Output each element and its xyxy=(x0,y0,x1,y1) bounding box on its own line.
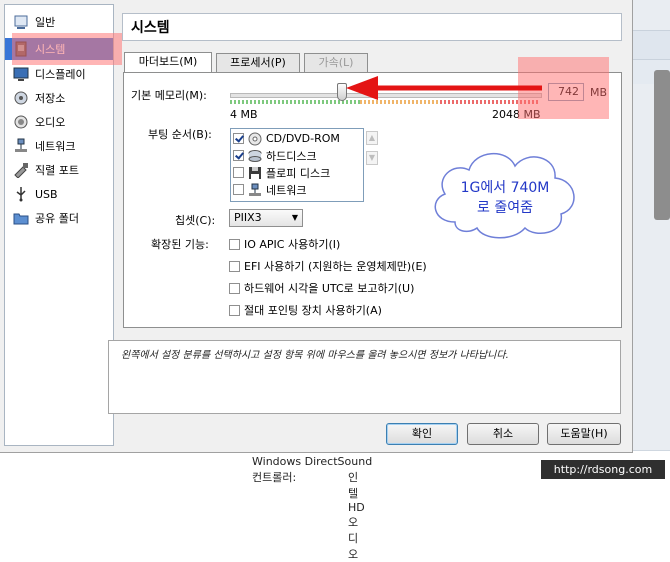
controller-label: 컨트롤러: xyxy=(252,471,297,484)
background-row-controller: 컨트롤러: 인텔 HD 오디오 xyxy=(252,469,365,561)
sidebar-item-shared-folder[interactable]: 공유 폴더 xyxy=(5,207,113,229)
audio-icon xyxy=(13,114,29,130)
sidebar-item-label: 저장소 xyxy=(35,92,66,105)
display-icon xyxy=(13,66,29,82)
sidebar-item-label: 네트워크 xyxy=(35,140,76,153)
boot-checkbox[interactable] xyxy=(233,133,244,144)
annotation-arrow-icon xyxy=(346,76,542,100)
annotation-line-1: 1G에서 740M xyxy=(460,180,550,196)
cancel-button[interactable]: 취소 xyxy=(467,423,539,445)
sidebar-item-general[interactable]: 일반 xyxy=(5,11,113,33)
annotation-line-2: 로 줄여줌 xyxy=(477,200,533,216)
utc-checkbox[interactable] xyxy=(229,282,240,294)
network-icon xyxy=(248,183,262,197)
memory-input[interactable]: 742 xyxy=(548,83,584,101)
memory-max-label: 2048 MB xyxy=(492,108,541,121)
chipset-value: PIIX3 xyxy=(234,211,262,224)
chipset-label: 칩셋(C): xyxy=(175,214,216,227)
background-row-audio-driver: Windows DirectSound xyxy=(252,455,373,468)
boot-move-up-button[interactable]: ▲ xyxy=(366,131,378,145)
option-efi[interactable]: EFI 사용하기 (지원하는 운영체제만)(E) xyxy=(229,258,427,274)
option-label: 절대 포인팅 장치 사용하기(A) xyxy=(244,304,382,317)
info-box: 왼쪽에서 설정 분류를 선택하시고 설정 항목 위에 마우스를 올려 놓으시면 … xyxy=(108,340,621,414)
general-icon xyxy=(13,14,29,30)
efi-checkbox[interactable] xyxy=(229,260,240,272)
option-absolute-pointing[interactable]: 절대 포인팅 장치 사용하기(A) xyxy=(229,302,382,318)
serial-port-icon xyxy=(13,162,29,179)
boot-checkbox[interactable] xyxy=(233,184,244,195)
boot-item-cdrom[interactable]: CD/DVD-ROM xyxy=(233,130,361,147)
network-icon xyxy=(13,138,29,154)
sidebar-item-network[interactable]: 네트워크 xyxy=(5,135,113,157)
sidebar-item-serial-port[interactable]: 직렬 포트 xyxy=(5,159,113,181)
help-button[interactable]: 도움말(H) xyxy=(547,423,621,445)
cd-icon xyxy=(248,132,262,146)
sidebar-item-label: 디스플레이 xyxy=(35,68,86,81)
extended-features-label: 확장된 기능: xyxy=(151,238,209,251)
annotation-text: 1G에서 740M 로 줄여줌 xyxy=(440,178,570,218)
background-scrollbar[interactable] xyxy=(654,70,670,220)
sidebar-item-audio[interactable]: 오디오 xyxy=(5,111,113,133)
sidebar-item-label: 공유 폴더 xyxy=(35,212,79,225)
background-toolbar xyxy=(632,30,670,60)
option-label: 하드웨어 시각을 UTC로 보고하기(U) xyxy=(244,282,415,295)
tab-processor[interactable]: 프로세서(P) xyxy=(216,53,300,72)
boot-order-label: 부팅 순서(B): xyxy=(148,128,212,141)
sidebar-item-label: 일반 xyxy=(35,16,56,29)
chipset-select[interactable]: PIIX3 ▼ xyxy=(229,209,303,227)
controller-value: 인텔 HD 오디오 xyxy=(348,471,365,561)
boot-item-label: 플로피 디스크 xyxy=(266,166,331,180)
option-io-apic[interactable]: IO APIC 사용하기(I) xyxy=(229,236,340,252)
watermark: http://rdsong.com xyxy=(541,460,665,479)
background-window xyxy=(632,0,670,493)
memory-unit: MB xyxy=(590,86,608,99)
boot-item-label: 네트워크 xyxy=(266,183,307,197)
boot-item-floppy[interactable]: 플로피 디스크 xyxy=(233,164,361,181)
tab-acceleration[interactable]: 가속(L) xyxy=(304,53,368,72)
boot-item-network[interactable]: 네트워크 xyxy=(233,181,361,198)
boot-item-harddisk[interactable]: 하드디스크 xyxy=(233,147,361,164)
sidebar-item-system[interactable]: 시스템 xyxy=(5,38,113,60)
boot-order-list: CD/DVD-ROM 하드디스크 플로피 디스크 네트워크 xyxy=(230,128,364,202)
option-label: IO APIC 사용하기(I) xyxy=(244,238,341,251)
floppy-icon xyxy=(248,166,262,180)
sidebar-item-usb[interactable]: USB xyxy=(5,183,113,205)
memory-min-label: 4 MB xyxy=(230,108,258,121)
sidebar-item-label: 오디오 xyxy=(35,116,66,129)
chevron-down-icon: ▼ xyxy=(291,213,298,222)
boot-item-label: CD/DVD-ROM xyxy=(266,132,340,145)
ok-button[interactable]: 확인 xyxy=(386,423,458,445)
boot-checkbox[interactable] xyxy=(233,150,244,161)
boot-item-label: 하드디스크 xyxy=(266,149,317,163)
sidebar-item-storage[interactable]: 저장소 xyxy=(5,87,113,109)
option-utc-clock[interactable]: 하드웨어 시각을 UTC로 보고하기(U) xyxy=(229,280,414,296)
boot-move-down-button[interactable]: ▼ xyxy=(366,151,378,165)
io-apic-checkbox[interactable] xyxy=(229,238,240,250)
settings-sidebar: 일반 시스템 디스플레이 저장소 오디오 네트워크 직렬 포트 USB 공유 폴… xyxy=(4,4,114,446)
sidebar-item-label: USB xyxy=(35,187,58,201)
sidebar-item-label: 직렬 포트 xyxy=(35,164,79,177)
absolute-pointing-checkbox[interactable] xyxy=(229,304,240,316)
info-text: 왼쪽에서 설정 분류를 선택하시고 설정 항목 위에 마우스를 올려 놓으시면 … xyxy=(121,350,509,361)
shared-folder-icon xyxy=(13,210,29,226)
usb-icon xyxy=(13,186,29,202)
boot-checkbox[interactable] xyxy=(233,167,244,178)
system-icon xyxy=(13,41,29,57)
sidebar-item-label: 시스템 xyxy=(35,43,66,56)
sidebar-item-display[interactable]: 디스플레이 xyxy=(5,63,113,85)
page-title: 시스템 xyxy=(122,13,622,41)
storage-icon xyxy=(13,90,29,106)
memory-label: 기본 메모리(M): xyxy=(131,89,207,102)
harddisk-icon xyxy=(248,149,262,163)
option-label: EFI 사용하기 (지원하는 운영체제만)(E) xyxy=(244,260,427,273)
tab-motherboard[interactable]: 마더보드(M) xyxy=(124,52,212,73)
